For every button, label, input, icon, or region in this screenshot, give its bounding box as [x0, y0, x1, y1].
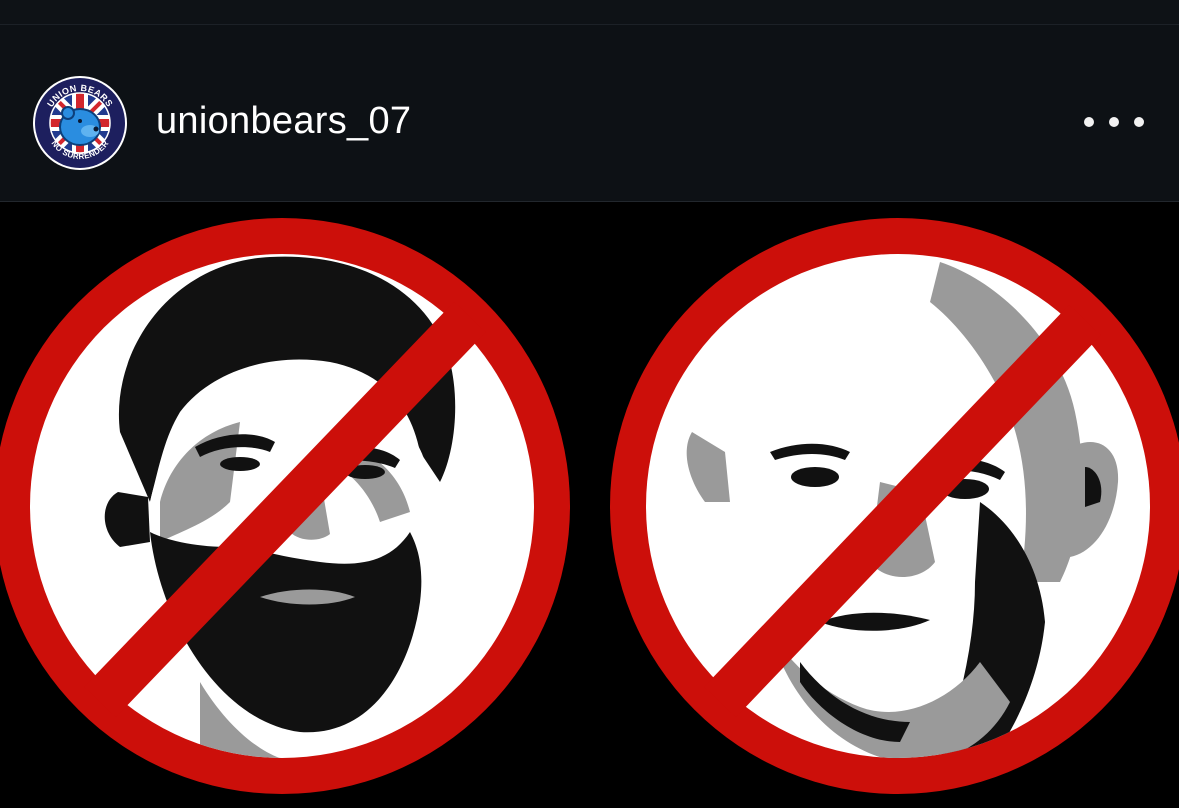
union-bears-badge-icon: UNION BEARS NO SURRENDER [33, 76, 127, 170]
more-options-icon [1134, 117, 1144, 127]
more-options-button[interactable] [1084, 105, 1144, 139]
prohibition-sign-icon [610, 218, 1179, 794]
post-username[interactable]: unionbears_07 [156, 99, 411, 143]
post-header: UNION BEARS NO SURRENDER unionbears_07 [0, 25, 1179, 202]
more-options-icon [1109, 117, 1119, 127]
status-bar [0, 0, 1179, 25]
more-options-icon [1084, 117, 1094, 127]
avatar[interactable]: UNION BEARS NO SURRENDER [32, 75, 128, 171]
post-image[interactable] [0, 202, 1179, 808]
